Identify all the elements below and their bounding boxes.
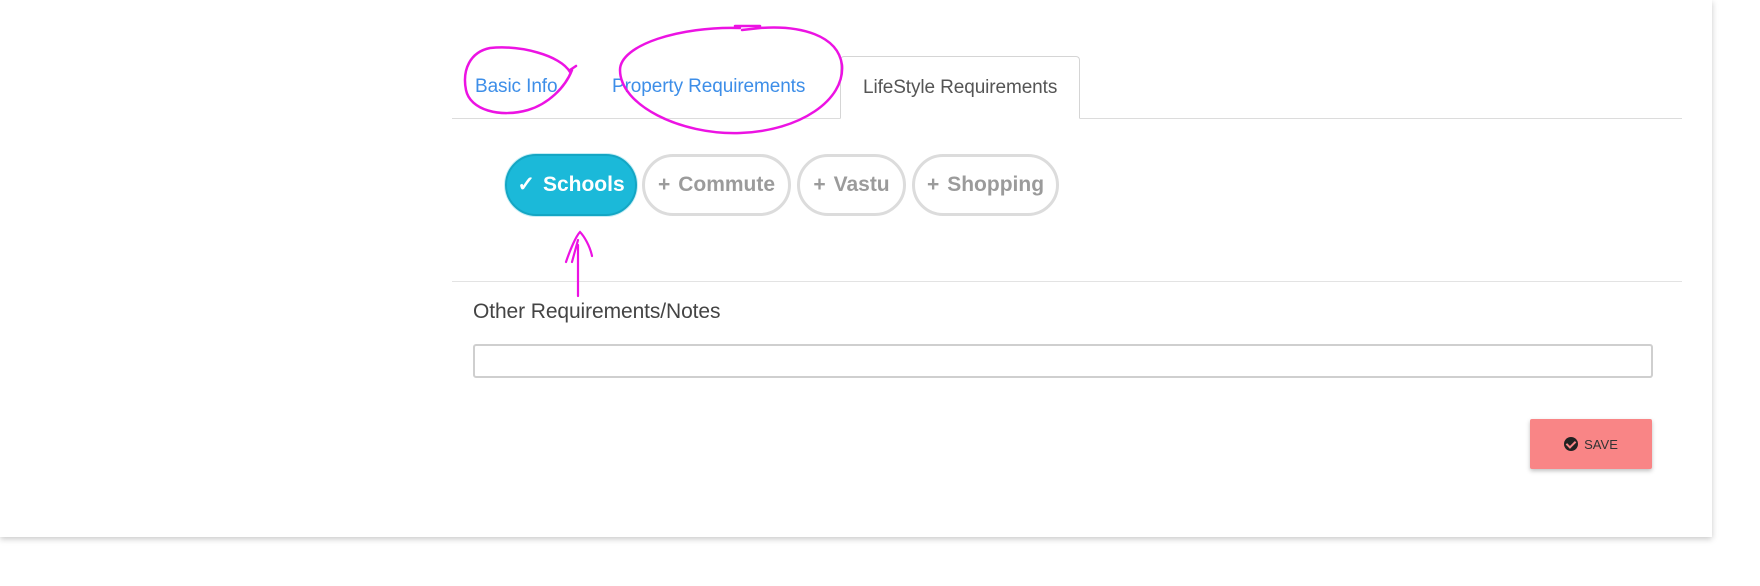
section-divider <box>452 281 1682 282</box>
plus-icon: + <box>813 173 826 196</box>
pill-label: Shopping <box>947 173 1045 196</box>
plus-icon: + <box>926 173 940 196</box>
form-card: Basic Info Property Requirements LifeSty… <box>0 0 1712 537</box>
plus-icon: + <box>657 173 671 196</box>
pill-schools[interactable]: ✓ Schools <box>505 154 637 216</box>
tab-bar: Basic Info Property Requirements LifeSty… <box>452 56 1682 119</box>
pill-label: Commute <box>678 173 776 196</box>
pill-label: Vastu <box>833 173 890 196</box>
check-circle-icon <box>1564 437 1579 451</box>
notes-input[interactable] <box>473 344 1653 378</box>
pill-vastu[interactable]: + Vastu <box>797 154 906 216</box>
tab-lifestyle-requirements[interactable]: LifeStyle Requirements <box>840 56 1081 119</box>
pill-commute[interactable]: + Commute <box>642 154 791 216</box>
save-button-label: SAVE <box>1584 436 1618 452</box>
notes-label: Other Requirements/Notes <box>473 300 721 323</box>
save-button[interactable]: SAVE <box>1530 419 1652 469</box>
pill-shopping[interactable]: + Shopping <box>912 154 1059 216</box>
check-icon: ✓ <box>517 173 535 196</box>
pill-label: Schools <box>542 173 625 196</box>
tab-property-requirements[interactable]: Property Requirements <box>589 56 828 118</box>
tab-basic-info[interactable]: Basic Info <box>452 56 580 118</box>
